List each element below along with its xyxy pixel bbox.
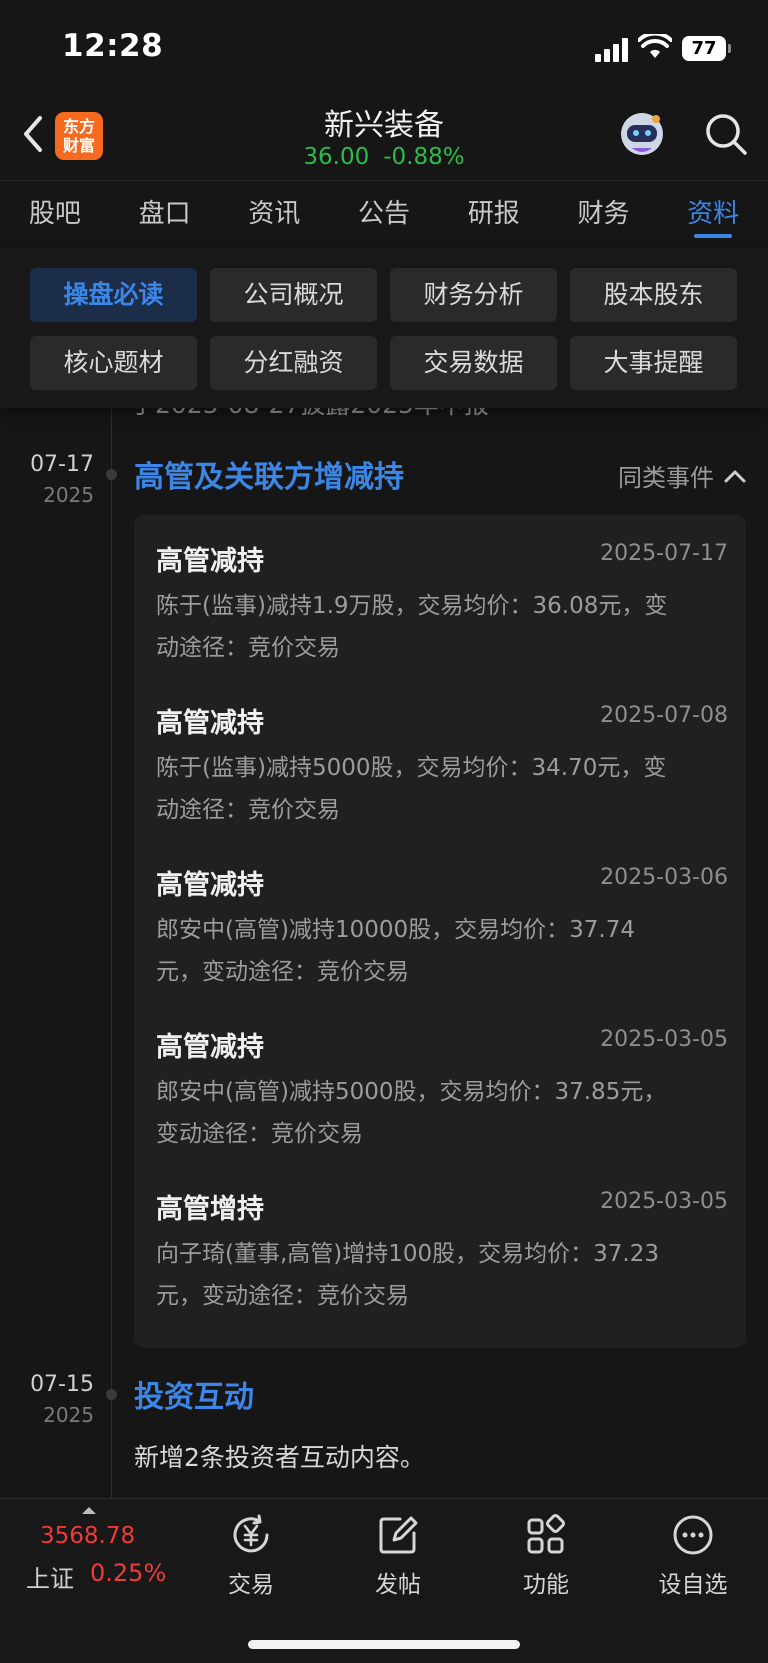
index-value: 3568.78 <box>40 1523 136 1549</box>
item-date: 2025-03-06 <box>600 865 728 890</box>
home-indicator[interactable] <box>248 1640 520 1649</box>
subtab-core-themes[interactable]: 核心题材 <box>30 336 197 390</box>
nav-functions-label: 功能 <box>523 1572 569 1598</box>
stock-header: 东方 财富 新兴装备 36.00 -0.88% <box>0 96 768 180</box>
event-date-md: 07-17 <box>30 452 94 477</box>
item-desc-line-2: 动途径：竞价交易 <box>156 797 340 823</box>
item-desc: 陈于(监事)减持5000股，交易均价：34.70元，变 动途径：竞价交易 <box>156 747 728 831</box>
event-detail-card: 高管减持 2025-07-17 陈于(监事)减持1.9万股，交易均价：36.08… <box>134 515 746 1348</box>
nav-post-label: 发帖 <box>375 1572 421 1598</box>
stock-price: 36.00 <box>303 144 370 170</box>
nav-post[interactable]: 发帖 <box>343 1513 453 1599</box>
tab-finance[interactable]: 财务 <box>549 181 659 248</box>
similar-events-label: 同类事件 <box>618 464 714 492</box>
nav-add-watchlist[interactable]: 设自选 <box>638 1513 748 1599</box>
status-time: 12:28 <box>62 28 164 64</box>
item-desc-line-1: 郎安中(高管)减持10000股，交易均价：37.74 <box>156 917 635 943</box>
index-change: 0.25% <box>90 1559 167 1587</box>
item-title: 高管减持 <box>156 708 264 739</box>
event-title: 高管及关联方增减持 <box>134 460 404 495</box>
nav-trade[interactable]: 交易 <box>196 1513 306 1599</box>
wifi-icon <box>638 34 672 58</box>
item-date: 2025-03-05 <box>600 1189 728 1214</box>
tab-profile[interactable]: 资料 <box>658 181 768 248</box>
nav-functions[interactable]: 功能 <box>491 1513 601 1599</box>
compose-icon <box>379 1516 418 1554</box>
subtab-trading-essentials[interactable]: 操盘必读 <box>30 268 197 322</box>
event-date-md: 07-15 <box>30 1372 94 1397</box>
item-title: 高管减持 <box>156 546 264 577</box>
item-desc-line-2: 元，变动途径：竞价交易 <box>156 959 409 985</box>
market-index-widget[interactable]: 3568.78 上证 0.25% <box>0 1499 178 1609</box>
tab-guba[interactable]: 股吧 <box>0 181 110 248</box>
item-date: 2025-07-17 <box>600 541 728 566</box>
more-circle-icon <box>673 1515 713 1555</box>
profile-subtabs: 操盘必读 公司概况 财务分析 股本股东 核心题材 分红融资 交易数据 大事提醒 <box>0 248 768 408</box>
timeline-dot <box>106 1389 117 1400</box>
tab-pankou[interactable]: 盘口 <box>110 181 220 248</box>
item-desc-line-1: 陈于(监事)减持5000股，交易均价：34.70元，变 <box>156 755 667 781</box>
item-title: 高管减持 <box>156 870 264 901</box>
item-desc-line-1: 郎安中(高管)减持5000股，交易均价：37.85元， <box>156 1079 667 1105</box>
search-icon[interactable] <box>704 112 748 156</box>
item-date: 2025-07-08 <box>600 703 728 728</box>
tab-announcements[interactable]: 公告 <box>329 181 439 248</box>
grid-apps-icon <box>527 1514 565 1554</box>
cellular-signal-icon <box>595 38 631 62</box>
subtab-trading-data[interactable]: 交易数据 <box>390 336 557 390</box>
item-date: 2025-03-05 <box>600 1027 728 1052</box>
expand-up-icon <box>82 1507 96 1514</box>
nav-add-watchlist-label: 设自选 <box>658 1572 728 1598</box>
item-desc-line-1: 陈于(监事)减持1.9万股，交易均价：36.08元，变 <box>156 593 668 619</box>
subtab-major-events[interactable]: 大事提醒 <box>570 336 737 390</box>
event-desc: 新增2条投资者互动内容。 <box>134 1443 425 1472</box>
nav-trade-label: 交易 <box>228 1572 274 1598</box>
subtab-company-overview[interactable]: 公司概况 <box>210 268 377 322</box>
subtab-dividends[interactable]: 分红融资 <box>210 336 377 390</box>
bottom-bar: 3568.78 上证 0.25% 交易 发帖 功能 设自选 <box>0 1498 768 1663</box>
tab-news[interactable]: 资讯 <box>219 181 329 248</box>
item-desc-line-1: 向子琦(董事,高管)增持100股，交易均价：37.23 <box>156 1241 660 1267</box>
status-bar: 12:28 77 <box>0 0 768 96</box>
trade-yen-icon <box>233 1514 269 1553</box>
event-title[interactable]: 投资互动 <box>134 1372 254 1416</box>
tab-research[interactable]: 研报 <box>439 181 549 248</box>
event-date-year: 2025 <box>43 483 94 507</box>
item-desc-line-2: 元，变动途径：竞价交易 <box>156 1283 409 1309</box>
chevron-up-icon <box>724 470 746 482</box>
item-desc: 陈于(监事)减持1.9万股，交易均价：36.08元，变 动途径：竞价交易 <box>156 585 728 669</box>
item-title: 高管减持 <box>156 1032 264 1063</box>
similar-events-toggle[interactable]: 同类事件 <box>618 458 746 493</box>
battery-icon: 77 <box>682 36 731 61</box>
timeline-dot <box>106 469 117 480</box>
item-desc-line-2: 动途径：竞价交易 <box>156 635 340 661</box>
subtab-financial-analysis[interactable]: 财务分析 <box>390 268 557 322</box>
item-title: 高管增持 <box>156 1194 264 1225</box>
item-desc: 向子琦(董事,高管)增持100股，交易均价：37.23 元，变动途径：竞价交易 <box>156 1233 728 1317</box>
stock-change-pct: -0.88% <box>383 144 465 170</box>
index-name: 上证 <box>26 1565 74 1593</box>
item-desc: 郎安中(高管)减持5000股，交易均价：37.85元， 变动途径：竞价交易 <box>156 1071 728 1155</box>
timeline-line <box>111 408 112 1498</box>
subtab-shareholders[interactable]: 股本股东 <box>570 268 737 322</box>
robot-assistant-icon[interactable] <box>618 110 666 158</box>
main-tabs: 股吧 盘口 资讯 公告 研报 财务 资料 <box>0 180 768 248</box>
item-desc: 郎安中(高管)减持10000股，交易均价：37.74 元，变动途径：竞价交易 <box>156 909 728 993</box>
event-date-year: 2025 <box>43 1403 94 1427</box>
item-desc-line-2: 变动途径：竞价交易 <box>156 1121 363 1147</box>
